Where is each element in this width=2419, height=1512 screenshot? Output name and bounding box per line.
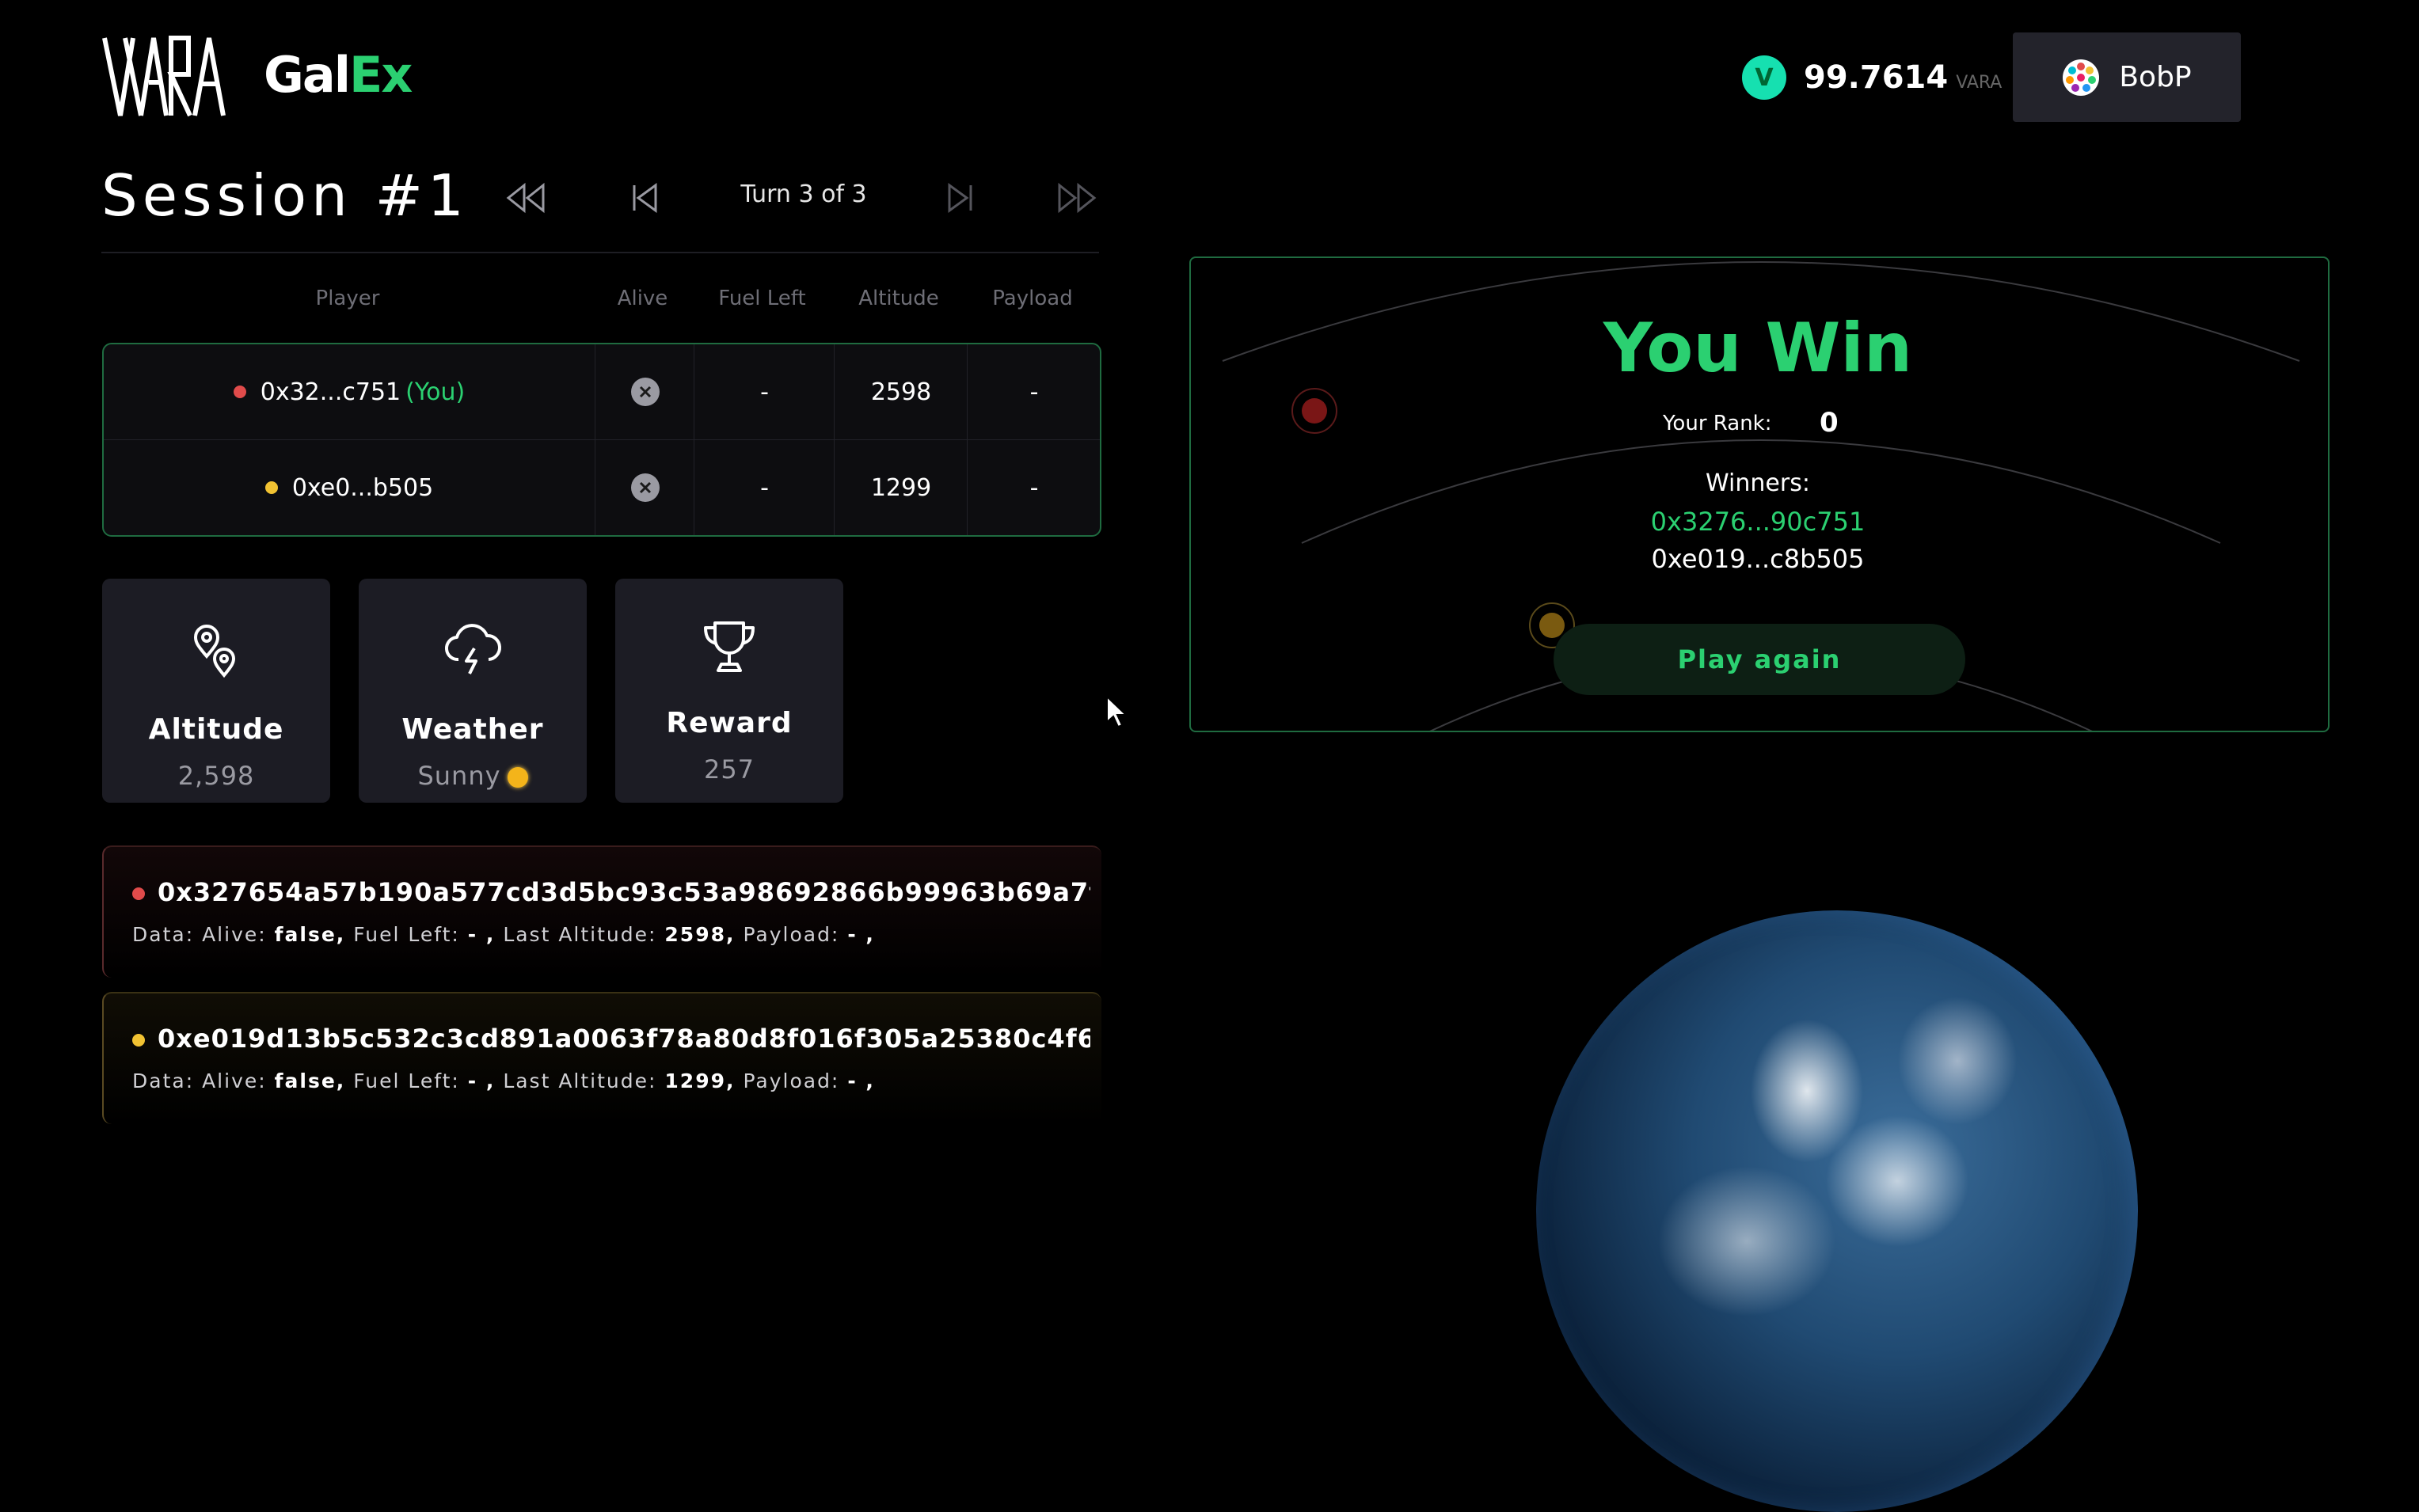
balance-amount: 99.7614: [1804, 59, 1949, 96]
log-altitude-label: Last Altitude:: [503, 1069, 657, 1092]
winner-address: 0xe019...c8b505: [1651, 544, 1865, 574]
log-alive-value: false,: [274, 1069, 346, 1092]
payload-cell: -: [967, 440, 1101, 535]
log-data: Data: Alive: false, Fuel Left: - , Last …: [132, 923, 875, 946]
first-turn-button[interactable]: [502, 174, 550, 222]
player-color-dot: [233, 386, 246, 398]
player-color-dot: [264, 481, 278, 494]
player-color-dot: [132, 887, 145, 900]
column-header-alive: Alive: [617, 287, 668, 310]
location-pins-icon: [102, 621, 330, 678]
skip-forward-icon: [948, 183, 972, 213]
play-again-button[interactable]: Play again: [1554, 624, 1965, 695]
account-button[interactable]: BobP: [2013, 32, 2241, 122]
dead-x-icon: [630, 473, 660, 502]
log-fuel-value: - ,: [467, 1069, 496, 1092]
earth-image: [1536, 910, 2138, 1512]
log-payload-label: Payload:: [743, 923, 840, 946]
log-address-text: 0xe019d13b5c532c3cd891a0063f78a80d8f016f…: [158, 1024, 1090, 1054]
wallet-balance: V 99.7614 VARA: [1742, 55, 2002, 100]
log-address: 0xe019d13b5c532c3cd891a0063f78a80d8f016f…: [132, 1024, 1090, 1054]
column-header-fuel: Fuel Left: [718, 287, 806, 310]
log-payload-value: - ,: [847, 923, 875, 946]
log-alive-label: Alive:: [202, 923, 267, 946]
page-title: Session #1: [101, 162, 469, 229]
log-fuel-label: Fuel Left:: [353, 1069, 460, 1092]
log-alive-value: false,: [274, 923, 346, 946]
dead-x-icon: [630, 378, 660, 406]
next-turn-button[interactable]: [937, 174, 984, 222]
galex-logo-ex: Ex: [348, 46, 413, 104]
divider: [101, 252, 1099, 253]
result-title: You Win: [1603, 309, 1913, 388]
trophy-icon: [615, 618, 843, 675]
log-alive-label: Alive:: [202, 1069, 267, 1092]
mouse-cursor-icon: [1106, 695, 1128, 728]
last-turn-button[interactable]: [1053, 174, 1101, 222]
fuel-cell: -: [694, 440, 835, 535]
column-header-player: Player: [315, 287, 380, 310]
alive-cell: [595, 344, 694, 439]
weather-card: Weather Sunny: [359, 579, 587, 803]
log-data: Data: Alive: false, Fuel Left: - , Last …: [132, 1069, 875, 1092]
vara-logo[interactable]: [101, 35, 226, 119]
previous-turn-button[interactable]: [621, 174, 668, 222]
player-address: 0xe0...b505: [291, 473, 434, 502]
players-table: 0x32...c751 (You) - 2598 - 0xe0...b505 -…: [102, 343, 1101, 537]
player-color-dot: [132, 1034, 145, 1047]
log-fuel-label: Fuel Left:: [353, 923, 460, 946]
sun-icon: [507, 767, 528, 788]
altitude-card-title: Altitude: [148, 713, 284, 746]
you-tag: (You): [405, 378, 466, 406]
winner-address: 0x3276...90c751: [1650, 507, 1866, 537]
alive-cell: [595, 440, 694, 535]
altitude-card-value: 2,598: [177, 761, 255, 791]
galex-logo[interactable]: GalEx: [264, 46, 413, 104]
vara-coin-icon: V: [1742, 55, 1786, 100]
player-cell: 0xe0...b505: [104, 440, 595, 535]
log-altitude-value: 1299,: [664, 1069, 736, 1092]
winners-label: Winners:: [1706, 469, 1810, 497]
column-header-payload: Payload: [992, 287, 1073, 310]
balance-unit: VARA: [1956, 72, 2003, 93]
weather-card-title: Weather: [401, 713, 544, 746]
log-address: 0x327654a57b190a577cd3d5bc93c53a98692866…: [132, 877, 1090, 907]
player-address: 0x32...c751: [260, 378, 401, 406]
skip-back-icon: [633, 183, 657, 213]
log-payload-label: Payload:: [743, 1069, 840, 1092]
weather-card-value: Sunny: [359, 761, 587, 791]
turn-indicator: Turn 3 of 3: [740, 180, 867, 208]
fuel-cell: -: [694, 344, 835, 439]
account-name: BobP: [2119, 61, 2192, 93]
rank-label: Your Rank:: [1663, 412, 1772, 435]
table-row[interactable]: 0xe0...b505 - 1299 -: [104, 440, 1100, 535]
reward-card-title: Reward: [666, 707, 793, 739]
player-cell: 0x32...c751 (You): [104, 344, 595, 439]
log-altitude-label: Last Altitude:: [503, 923, 657, 946]
log-fuel-value: - ,: [467, 923, 496, 946]
weather-value-text: Sunny: [417, 761, 501, 791]
galex-logo-gal: Gal: [264, 46, 351, 104]
player-log-entry: 0x327654a57b190a577cd3d5bc93c53a98692866…: [102, 845, 1101, 978]
table-row[interactable]: 0x32...c751 (You) - 2598 -: [104, 344, 1100, 440]
fast-forward-icon: [1058, 182, 1097, 214]
rewind-icon: [506, 182, 545, 214]
altitude-cell: 1299: [834, 440, 968, 535]
reward-card-value: 257: [703, 754, 755, 784]
log-data-label: Data:: [132, 1069, 195, 1092]
payload-cell: -: [967, 344, 1101, 439]
log-payload-value: - ,: [847, 1069, 875, 1092]
reward-card: Reward 257: [615, 579, 843, 803]
player-log-entry: 0xe019d13b5c532c3cd891a0063f78a80d8f016f…: [102, 992, 1101, 1124]
altitude-cell: 2598: [834, 344, 968, 439]
log-altitude-value: 2598,: [664, 923, 736, 946]
storm-cloud-icon: [359, 621, 587, 678]
avatar-icon: [2063, 59, 2100, 96]
altitude-card: Altitude 2,598: [102, 579, 330, 803]
log-address-text: 0x327654a57b190a577cd3d5bc93c53a98692866…: [158, 877, 1090, 907]
column-header-altitude: Altitude: [858, 287, 939, 310]
log-data-label: Data:: [132, 923, 195, 946]
rank-value: 0: [1820, 407, 1839, 439]
